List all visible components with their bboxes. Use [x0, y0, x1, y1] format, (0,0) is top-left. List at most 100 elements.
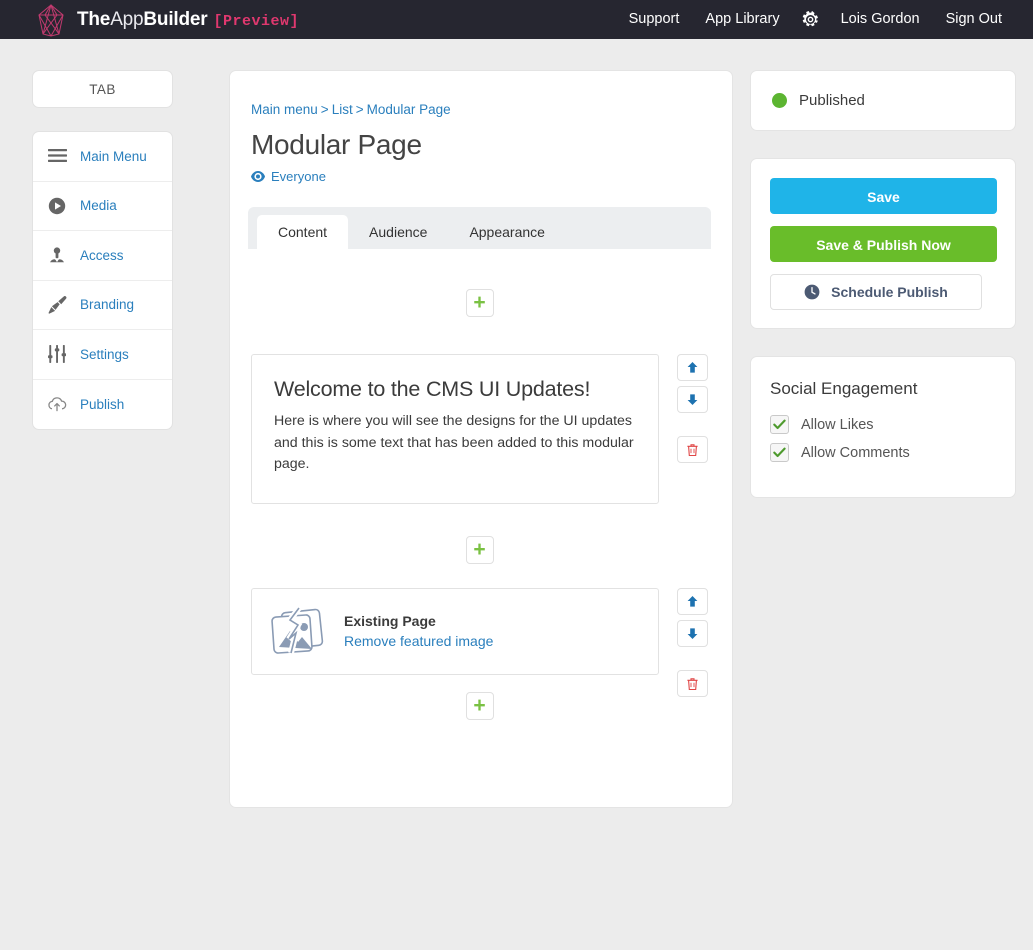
content-block-row: Existing Page Remove featured image	[251, 588, 708, 702]
brand[interactable]: TheAppBuilder [Preview]	[35, 3, 299, 37]
sidebar-item-settings[interactable]: Settings	[33, 330, 172, 380]
top-navigation-bar: TheAppBuilder [Preview] Support App Libra…	[0, 0, 1033, 39]
trash-icon	[686, 677, 699, 691]
text-block[interactable]: Welcome to the CMS UI Updates! Here is w…	[251, 354, 659, 504]
content-block-row: Welcome to the CMS UI Updates! Here is w…	[251, 354, 708, 504]
add-block-button[interactable]: +	[465, 536, 494, 564]
sidebar-item-label: Publish	[80, 396, 125, 412]
status-badge: Published	[799, 92, 865, 109]
arrow-down-icon	[686, 393, 699, 406]
add-block-button[interactable]: +	[465, 692, 494, 720]
audience-indicator[interactable]: Everyone	[251, 169, 708, 184]
schedule-publish-button[interactable]: Schedule Publish	[770, 274, 982, 310]
move-block-up-button[interactable]	[677, 354, 708, 381]
sign-out-link[interactable]: Sign Out	[933, 0, 1015, 39]
text-block-body: Here is where you will see the designs f…	[274, 413, 634, 473]
sidebar-item-access[interactable]: Access	[33, 231, 172, 281]
status-dot-icon	[772, 93, 787, 108]
right-sidebar: Published Save Save & Publish Now Schedu…	[750, 70, 1016, 525]
allow-comments-row[interactable]: Allow Comments	[770, 443, 996, 462]
sidebar-item-media[interactable]: Media	[33, 182, 172, 231]
user-menu-lois-gordon[interactable]: Lois Gordon	[828, 0, 933, 39]
allow-likes-checkbox[interactable]	[770, 415, 789, 434]
sidebar-item-label: Media	[80, 198, 117, 214]
breadcrumb-item-list[interactable]: List	[332, 102, 353, 117]
nav-support[interactable]: Support	[616, 0, 693, 39]
page-title: Modular Page	[251, 129, 422, 160]
breadcrumb-item-main-menu[interactable]: Main menu	[251, 102, 318, 117]
add-block-button[interactable]: +	[465, 289, 494, 317]
publish-status-card: Published	[750, 70, 1016, 131]
breadcrumb-separator: >	[355, 102, 364, 117]
cloud-upload-icon	[47, 394, 67, 414]
text-block-title: Welcome to the CMS UI Updates!	[274, 377, 591, 401]
brand-builder: Builder	[143, 8, 208, 30]
add-block-row-middle: +	[251, 536, 708, 564]
arrow-up-icon	[686, 595, 699, 608]
brand-text: TheAppBuilder [Preview]	[77, 9, 299, 31]
save-button[interactable]: Save	[770, 178, 997, 214]
move-block-down-button[interactable]	[677, 386, 708, 413]
play-circle-icon	[47, 196, 67, 216]
page-editor-card: Main menu > List > Modular Page Modular Page…	[229, 70, 733, 808]
brand-preview-badge: [Preview]	[213, 12, 299, 30]
remove-featured-image-link[interactable]: Remove featured image	[344, 633, 493, 649]
social-engagement-title: Social Engagement	[770, 379, 918, 398]
breadcrumb: Main menu > List > Modular Page	[251, 102, 708, 117]
sidebar-item-main-menu[interactable]: Main Menu	[33, 132, 172, 182]
block-controls	[677, 588, 708, 702]
arrow-up-icon	[686, 361, 699, 374]
allow-likes-label: Allow Likes	[801, 416, 874, 433]
block-controls	[677, 354, 708, 468]
paintbrush-icon	[47, 295, 67, 315]
add-block-row-bottom: +	[251, 692, 708, 720]
add-block-row-top: +	[251, 289, 708, 317]
clock-icon	[804, 284, 820, 300]
breadcrumb-separator: >	[320, 102, 329, 117]
brand-app: App	[110, 8, 144, 30]
gem-logo-icon	[35, 3, 67, 37]
sidebar-item-publish[interactable]: Publish	[33, 380, 172, 430]
allow-likes-row[interactable]: Allow Likes	[770, 415, 996, 434]
sidebar-item-label: Access	[80, 247, 124, 263]
delete-block-button[interactable]	[677, 670, 708, 697]
sliders-icon	[47, 344, 67, 364]
main-column: Main menu > List > Modular Page Modular Page…	[173, 70, 750, 808]
sidebar-item-branding[interactable]: Branding	[33, 281, 172, 330]
left-sidebar: TAB Main Menu Media Access Branding Sett…	[32, 70, 173, 430]
sidebar-item-label: Branding	[80, 297, 135, 313]
sidebar-nav: Main Menu Media Access Branding Settings…	[32, 131, 173, 430]
brand-the: The	[77, 8, 111, 30]
trash-icon	[686, 443, 699, 457]
audience-label: Everyone	[271, 169, 326, 184]
user-access-icon	[47, 245, 67, 265]
sidebar-item-label: Settings	[80, 346, 129, 362]
image-block-name: Existing Page	[344, 612, 436, 629]
tab-selector[interactable]: TAB	[32, 70, 173, 108]
publish-actions-card: Save Save & Publish Now Schedule Publish	[750, 158, 1016, 329]
gear-icon[interactable]	[793, 11, 828, 28]
move-block-down-button[interactable]	[677, 620, 708, 647]
tab-content[interactable]: Content	[257, 215, 349, 249]
nav-app-library[interactable]: App Library	[692, 0, 792, 39]
page-container: TAB Main Menu Media Access Branding Sett…	[0, 39, 1033, 808]
hamburger-icon	[47, 146, 67, 166]
sidebar-item-label: Main Menu	[80, 148, 147, 164]
allow-comments-label: Allow Comments	[801, 444, 910, 461]
breadcrumb-item-modular-page[interactable]: Modular Page	[367, 102, 451, 117]
schedule-publish-label: Schedule Publish	[831, 284, 948, 300]
tab-appearance[interactable]: Appearance	[448, 215, 566, 249]
tab-audience[interactable]: Audience	[348, 215, 448, 249]
image-block[interactable]: Existing Page Remove featured image	[251, 588, 659, 675]
content-tab-panel: + Welcome to the CMS UI Updates! Here is…	[251, 249, 708, 720]
image-block-meta: Existing Page Remove featured image	[344, 613, 493, 651]
top-nav-links: Support App Library Lois Gordon Sign Out	[616, 0, 1015, 39]
move-block-up-button[interactable]	[677, 588, 708, 615]
editor-tabs: Content Audience Appearance	[248, 207, 711, 249]
delete-block-button[interactable]	[677, 436, 708, 463]
save-and-publish-button[interactable]: Save & Publish Now	[770, 226, 997, 262]
eye-icon	[251, 171, 265, 182]
social-engagement-card: Social Engagement Allow Likes Allow Comm…	[750, 356, 1016, 498]
allow-comments-checkbox[interactable]	[770, 443, 789, 462]
arrow-down-icon	[686, 627, 699, 640]
